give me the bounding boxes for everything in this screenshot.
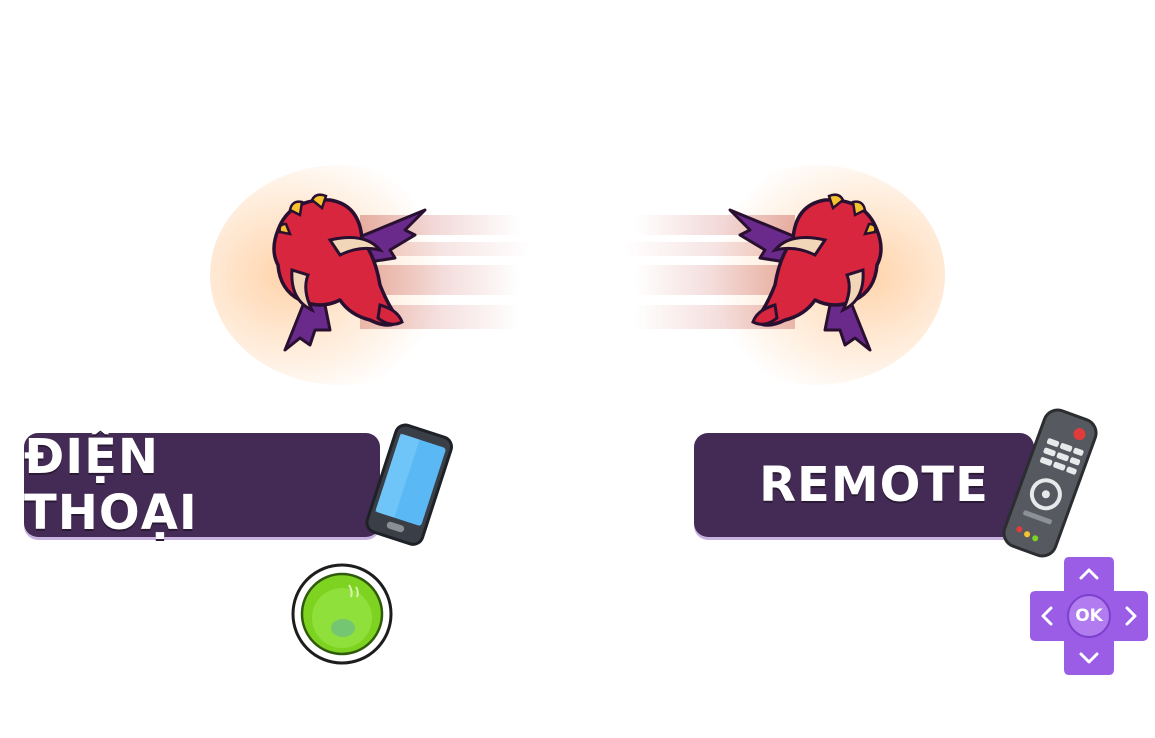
dpad-control[interactable]: OK	[1026, 553, 1152, 679]
green-orb-icon	[291, 563, 393, 665]
tv-remote-icon	[985, 405, 1115, 560]
dragon-character-left	[210, 165, 560, 385]
phone-option-label: ĐIỆN THOẠI	[24, 429, 198, 541]
smartphone-icon	[352, 420, 462, 550]
dragon-character-right	[595, 165, 945, 385]
dragon-right-svg	[625, 165, 945, 385]
phone-option-button[interactable]: ĐIỆN THOẠI	[24, 429, 380, 541]
dragon-left-svg	[210, 165, 530, 385]
remote-option-label: REMOTE	[759, 457, 989, 513]
green-action-button[interactable]	[291, 563, 393, 665]
remote-option-button[interactable]: REMOTE	[694, 433, 1034, 537]
dpad-ok-label[interactable]: OK	[1026, 553, 1152, 679]
